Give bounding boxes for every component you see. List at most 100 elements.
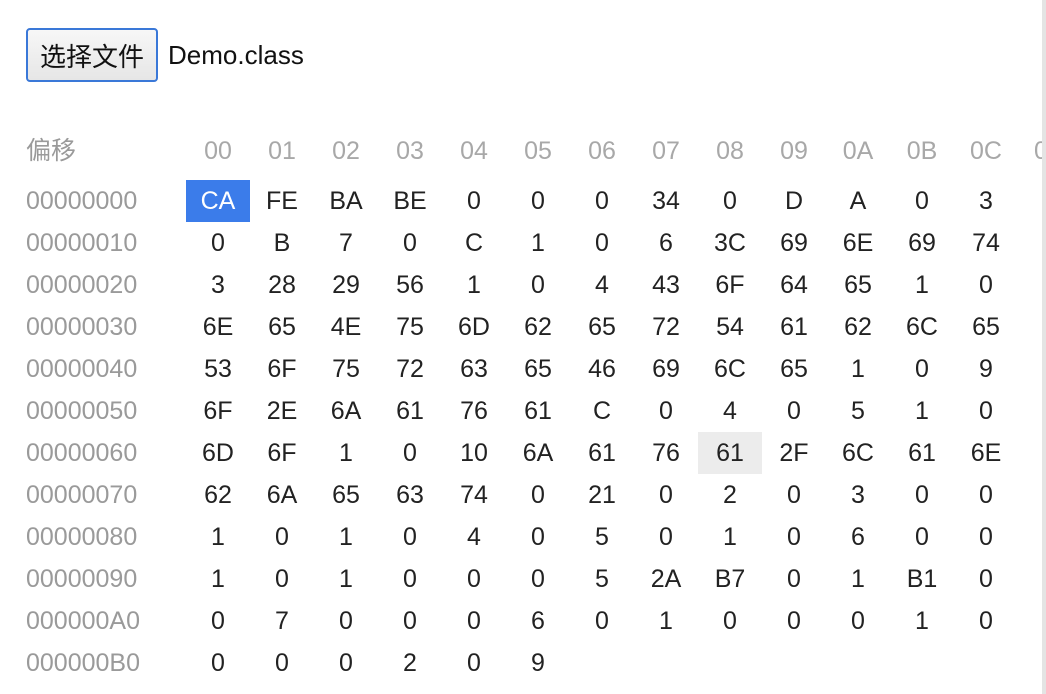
byte-cell[interactable]: 0	[954, 600, 1018, 642]
byte-cell[interactable]: 28	[250, 264, 314, 306]
byte-cell[interactable]: BE	[378, 180, 442, 222]
byte-cell[interactable]: 61	[698, 432, 762, 474]
byte-cell[interactable]: 1	[890, 600, 954, 642]
byte-cell[interactable]: 21	[570, 474, 634, 516]
byte-cell[interactable]: 61	[570, 432, 634, 474]
byte-cell[interactable]: 62	[826, 306, 890, 348]
byte-cell[interactable]: 63	[378, 474, 442, 516]
byte-cell[interactable]: CA	[186, 180, 250, 222]
byte-cell[interactable]: 0	[762, 474, 826, 516]
byte-cell[interactable]: 2F	[762, 432, 826, 474]
byte-cell[interactable]: 61	[506, 390, 570, 432]
byte-cell[interactable]: 0	[506, 180, 570, 222]
byte-cell[interactable]: 4	[442, 516, 506, 558]
byte-cell[interactable]: 63	[442, 348, 506, 390]
byte-cell[interactable]: 6A	[314, 390, 378, 432]
byte-cell[interactable]: 43	[634, 264, 698, 306]
byte-cell[interactable]: 6E	[954, 432, 1018, 474]
byte-cell[interactable]: FE	[250, 180, 314, 222]
byte-cell[interactable]: 1	[314, 516, 378, 558]
byte-cell[interactable]: 2	[698, 474, 762, 516]
byte-cell[interactable]: 6E	[186, 306, 250, 348]
byte-cell[interactable]: 54	[698, 306, 762, 348]
byte-cell[interactable]: 0	[250, 558, 314, 600]
byte-cell[interactable]: 2	[378, 642, 442, 684]
byte-cell[interactable]: 1	[698, 516, 762, 558]
byte-cell[interactable]: B1	[890, 558, 954, 600]
byte-cell[interactable]: B7	[698, 558, 762, 600]
byte-cell[interactable]: 62	[506, 306, 570, 348]
byte-cell[interactable]: 6F	[698, 264, 762, 306]
byte-cell[interactable]: 0	[762, 600, 826, 642]
byte-cell[interactable]: 0	[442, 180, 506, 222]
byte-cell[interactable]: 69	[634, 348, 698, 390]
byte-cell[interactable]: 0	[442, 642, 506, 684]
byte-cell[interactable]: 0	[762, 390, 826, 432]
byte-cell[interactable]: 6F	[250, 348, 314, 390]
byte-cell[interactable]: 4E	[314, 306, 378, 348]
byte-cell[interactable]: 0	[442, 600, 506, 642]
byte-cell[interactable]: 1	[826, 558, 890, 600]
byte-cell[interactable]: 0	[442, 558, 506, 600]
byte-cell[interactable]: 4	[698, 390, 762, 432]
byte-cell[interactable]: 0	[186, 222, 250, 264]
byte-cell[interactable]: 0	[570, 180, 634, 222]
byte-cell[interactable]	[762, 642, 826, 684]
byte-cell[interactable]: 0	[762, 558, 826, 600]
byte-cell[interactable]: 3C	[698, 222, 762, 264]
byte-cell[interactable]: 75	[314, 348, 378, 390]
byte-cell[interactable]: 0	[634, 474, 698, 516]
byte-cell[interactable]: 1	[826, 348, 890, 390]
byte-cell[interactable]: 2E	[250, 390, 314, 432]
byte-cell[interactable]: 0	[506, 474, 570, 516]
byte-cell[interactable]: 4	[570, 264, 634, 306]
byte-cell[interactable]: 6E	[826, 222, 890, 264]
byte-cell[interactable]: 0	[890, 474, 954, 516]
byte-cell[interactable]	[954, 642, 1018, 684]
byte-cell[interactable]: 1	[890, 390, 954, 432]
byte-cell[interactable]: 0	[890, 348, 954, 390]
byte-cell[interactable]: 62	[186, 474, 250, 516]
byte-cell[interactable]: 61	[762, 306, 826, 348]
byte-cell[interactable]: 10	[442, 432, 506, 474]
byte-cell[interactable]: 6D	[186, 432, 250, 474]
byte-cell[interactable]: BA	[314, 180, 378, 222]
byte-cell[interactable]: 6A	[506, 432, 570, 474]
byte-cell[interactable]: 3	[186, 264, 250, 306]
byte-cell[interactable]: 5	[826, 390, 890, 432]
byte-cell[interactable]: 7	[250, 600, 314, 642]
byte-cell[interactable]: 6C	[826, 432, 890, 474]
byte-cell[interactable]: 0	[762, 516, 826, 558]
byte-cell[interactable]: 6C	[698, 348, 762, 390]
byte-cell[interactable]: 76	[634, 432, 698, 474]
byte-cell[interactable]: 65	[314, 474, 378, 516]
byte-cell[interactable]: 1	[634, 600, 698, 642]
byte-cell[interactable]: 72	[378, 348, 442, 390]
byte-cell[interactable]: 6A	[250, 474, 314, 516]
byte-cell[interactable]: 0	[378, 516, 442, 558]
byte-cell[interactable]: 76	[442, 390, 506, 432]
byte-cell[interactable]: 0	[954, 558, 1018, 600]
byte-cell[interactable]: 69	[890, 222, 954, 264]
byte-cell[interactable]: 53	[186, 348, 250, 390]
byte-cell[interactable]: 5	[570, 516, 634, 558]
byte-cell[interactable]: 0	[506, 558, 570, 600]
byte-cell[interactable]: 61	[378, 390, 442, 432]
byte-cell[interactable]: 1	[442, 264, 506, 306]
byte-cell[interactable]: 65	[506, 348, 570, 390]
byte-cell[interactable]: 6D	[442, 306, 506, 348]
byte-cell[interactable]: 0	[314, 642, 378, 684]
byte-cell[interactable]: 1	[506, 222, 570, 264]
byte-cell[interactable]: 46	[570, 348, 634, 390]
byte-cell[interactable]: 0	[506, 264, 570, 306]
byte-cell[interactable]	[698, 642, 762, 684]
byte-cell[interactable]: 3	[954, 180, 1018, 222]
byte-cell[interactable]: 0	[890, 516, 954, 558]
byte-cell[interactable]: 72	[634, 306, 698, 348]
byte-cell[interactable]: 0	[378, 432, 442, 474]
byte-cell[interactable]	[634, 642, 698, 684]
byte-cell[interactable]: 0	[570, 600, 634, 642]
byte-cell[interactable]: 6F	[186, 390, 250, 432]
byte-cell[interactable]: 0	[378, 558, 442, 600]
byte-cell[interactable]: 0	[506, 516, 570, 558]
